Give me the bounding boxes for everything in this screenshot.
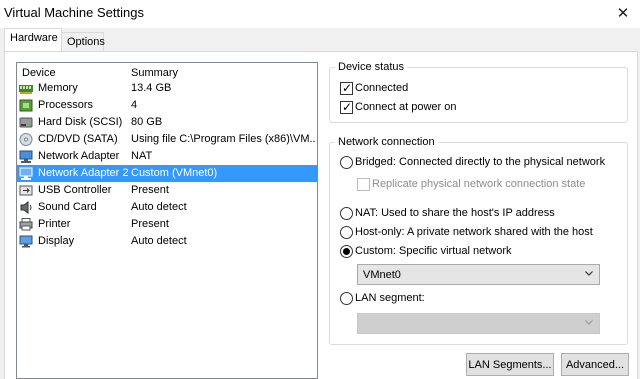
bridged-label[interactable]: Bridged: Connected directly to the physi… — [355, 156, 605, 168]
chevron-down-icon — [585, 271, 593, 276]
connected-checkbox[interactable]: ✓ — [340, 81, 353, 95]
device-status-legend: Device status — [335, 61, 408, 73]
custom-radio[interactable] — [340, 245, 353, 258]
chevron-down-icon — [585, 320, 593, 325]
device-row-network-adapter[interactable]: Network Adapter NAT — [17, 148, 317, 165]
host-only-radio[interactable] — [340, 226, 353, 239]
device-row-sound-card[interactable]: Sound Card Auto detect — [17, 199, 317, 216]
device-name: Network Adapter — [38, 150, 120, 162]
device-name: Sound Card — [38, 201, 97, 213]
memory-icon — [19, 85, 33, 94]
hard-disk-icon — [19, 117, 33, 128]
device-name: CD/DVD (SATA) — [38, 133, 118, 145]
custom-label[interactable]: Custom: Specific virtual network — [355, 245, 512, 257]
device-name: Network Adapter 2 — [38, 167, 129, 179]
device-name: Memory — [38, 82, 78, 94]
nat-radio[interactable] — [340, 207, 353, 220]
advanced-button[interactable]: Advanced... — [561, 353, 629, 376]
device-name: Display — [38, 235, 75, 247]
device-summary: Present — [131, 218, 169, 230]
device-list[interactable]: Device Summary Memory 13.4 GB Processors… — [16, 62, 318, 379]
device-name: Processors — [38, 99, 94, 111]
network-adapter-icon — [19, 150, 33, 163]
device-row-processors[interactable]: Processors 4 — [17, 97, 317, 114]
column-header-summary[interactable]: Summary — [131, 67, 178, 79]
nat-label[interactable]: NAT: Used to share the host's IP address — [355, 207, 555, 219]
display-icon — [19, 235, 33, 248]
replicate-label[interactable]: Replicate physical network connection st… — [372, 178, 585, 190]
printer-icon — [19, 218, 33, 231]
network-adapter-icon — [19, 167, 33, 180]
connect-at-power-on-checkbox[interactable]: ✓ — [340, 100, 353, 114]
column-header-device[interactable]: Device — [22, 67, 56, 79]
cd-dvd-icon — [19, 133, 33, 146]
device-row-display[interactable]: Display Auto detect — [17, 233, 317, 250]
lan-segments-button[interactable]: LAN Segments... — [466, 353, 554, 376]
usb-controller-icon — [19, 185, 33, 196]
device-summary: NAT — [131, 150, 153, 162]
tab-bar: Hardware Options — [0, 28, 640, 52]
device-row-network-adapter-2[interactable]: Network Adapter 2 Custom (VMnet0) — [17, 165, 317, 182]
device-row-cd-dvd[interactable]: CD/DVD (SATA) Using file C:\Program File… — [17, 131, 317, 148]
device-row-hard-disk[interactable]: Hard Disk (SCSI) 80 GB — [17, 114, 317, 131]
device-summary: Using file C:\Program Files (x86)\VM... — [131, 133, 315, 145]
window-title: Virtual Machine Settings — [4, 5, 144, 20]
device-status-group: Device status — [329, 61, 628, 123]
device-row-memory[interactable]: Memory 13.4 GB — [17, 80, 317, 97]
tab-options[interactable]: Options — [61, 32, 105, 52]
sound-card-icon — [20, 201, 32, 214]
host-only-label[interactable]: Host-only: A private network shared with… — [355, 226, 593, 238]
device-row-printer[interactable]: Printer Present — [17, 216, 317, 233]
device-summary: Custom (VMnet0) — [131, 167, 218, 179]
check-mark-icon: ✓ — [341, 100, 353, 114]
replicate-checkbox[interactable] — [357, 178, 370, 191]
radio-selected-dot — [343, 248, 350, 255]
lan-segment-select[interactable] — [357, 313, 600, 334]
device-name: Printer — [38, 218, 71, 230]
device-summary: 4 — [131, 99, 138, 111]
tab-hardware[interactable]: Hardware — [4, 28, 62, 51]
device-summary: Auto detect — [131, 201, 187, 213]
bridged-radio[interactable] — [340, 156, 353, 169]
device-summary: Auto detect — [131, 235, 187, 247]
device-summary: Present — [131, 184, 169, 196]
check-mark-icon: ✓ — [341, 81, 353, 95]
connect-at-power-on-label[interactable]: Connect at power on — [355, 101, 457, 113]
processor-icon — [19, 99, 33, 112]
network-connection-legend: Network connection — [335, 136, 438, 148]
device-summary: 80 GB — [131, 116, 163, 128]
close-icon[interactable]: ✕ — [611, 2, 635, 24]
connected-label[interactable]: Connected — [355, 82, 408, 94]
custom-network-select[interactable]: VMnet0 — [357, 264, 600, 285]
lan-segment-label[interactable]: LAN segment: — [355, 292, 425, 304]
lan-segment-radio[interactable] — [340, 292, 353, 305]
device-name: Hard Disk (SCSI) — [38, 116, 123, 128]
device-row-usb-controller[interactable]: USB Controller Present — [17, 182, 317, 199]
custom-network-value: VMnet0 — [363, 269, 401, 281]
title-bar: Virtual Machine Settings ✕ — [0, 0, 640, 28]
device-summary: 13.4 GB — [131, 82, 172, 94]
device-name: USB Controller — [38, 184, 112, 196]
